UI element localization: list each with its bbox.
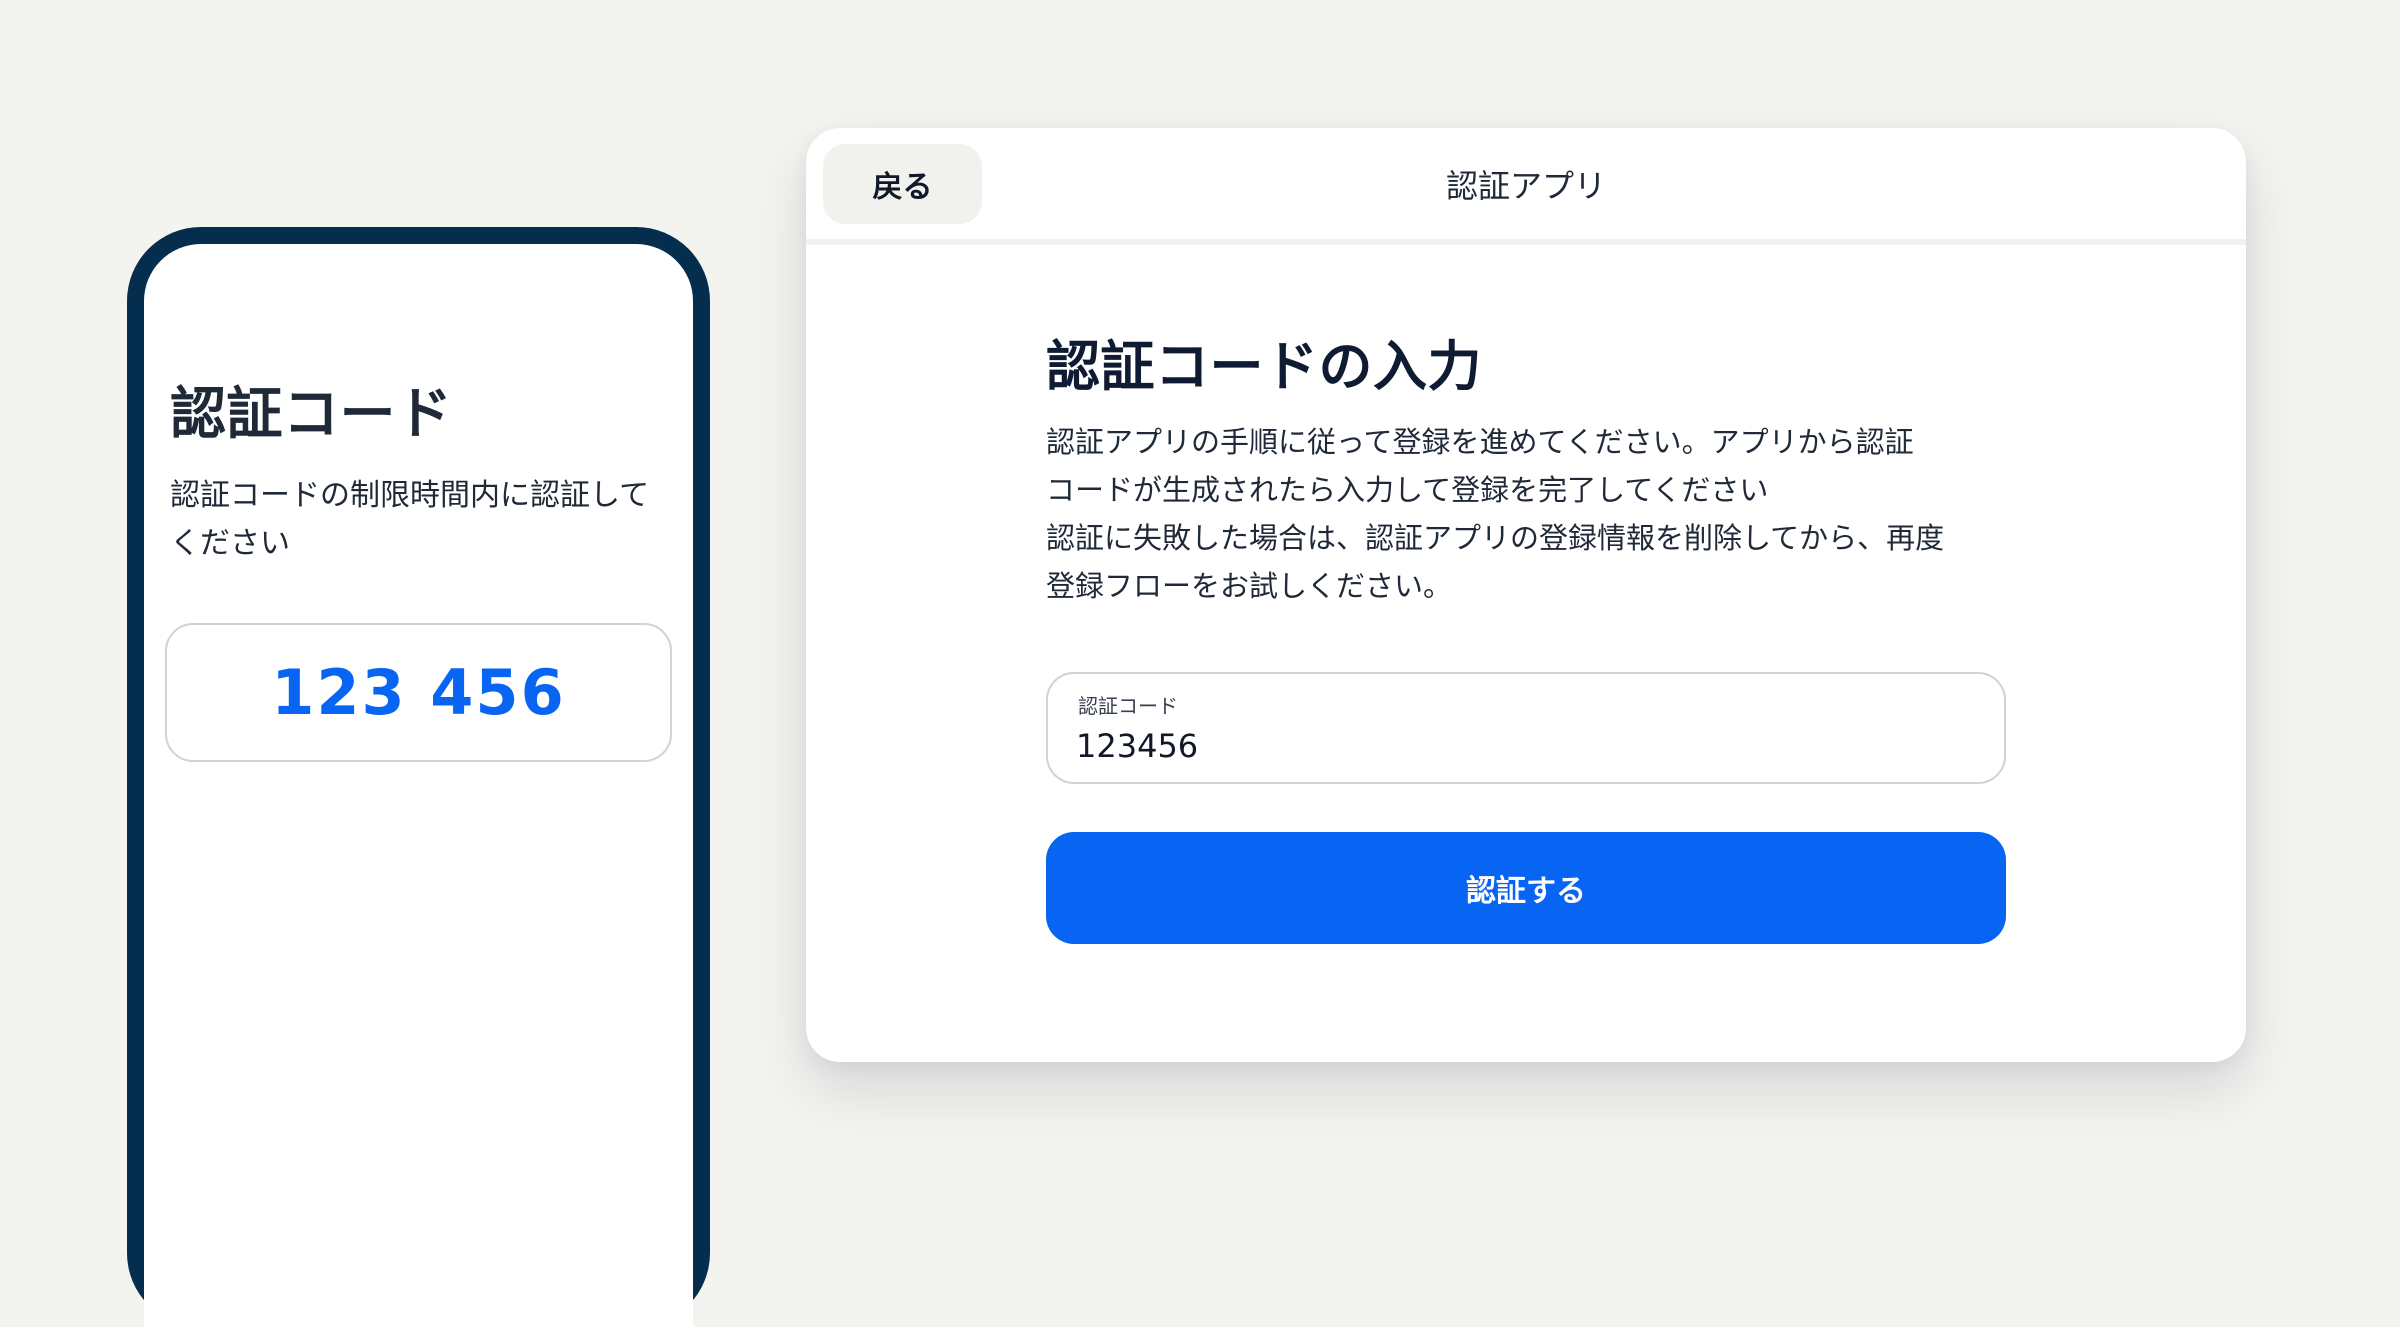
code-field-label: 認証コード xyxy=(1078,694,1178,718)
phone-screen: 認証コード 認証コードの制限時間内に認証してください 123 456 xyxy=(144,244,693,1327)
phone-code-box: 123 456 xyxy=(165,623,672,762)
phone-title: 認証コード xyxy=(170,382,453,447)
phone-mockup: 認証コード 認証コードの制限時間内に認証してください 123 456 xyxy=(127,227,710,1327)
instruction-line: 認証アプリの手順に従って登録を進めてください。アプリから認証 xyxy=(1046,425,1914,459)
dialog-header: 認証アプリ 戻る xyxy=(806,128,2246,245)
code-input[interactable] xyxy=(1076,724,1976,768)
phone-description: 認証コードの制限時間内に認証してください xyxy=(170,478,650,561)
code-field[interactable]: 認証コード xyxy=(1046,672,2006,784)
instructions: 認証アプリの手順に従って登録を進めてください。アプリから認証 コードが生成された… xyxy=(1046,418,2006,610)
instruction-line: 登録フローをお試しください。 xyxy=(1046,569,1453,603)
instruction-line: 認証に失敗した場合は、認証アプリの登録情報を削除してから、再度 xyxy=(1046,521,1945,555)
header-title: 認証アプリ xyxy=(1445,167,1606,205)
auth-dialog: 認証アプリ 戻る 認証コードの入力 認証アプリの手順に従って登録を進めてください… xyxy=(806,128,2246,1062)
instruction-line: コードが生成されたら入力して登録を完了してください xyxy=(1046,473,1769,507)
page-title: 認証コードの入力 xyxy=(1046,335,1482,398)
phone-code-value: 123 456 xyxy=(271,656,566,729)
verify-button[interactable]: 認証する xyxy=(1046,832,2006,944)
back-button[interactable]: 戻る xyxy=(823,144,982,224)
